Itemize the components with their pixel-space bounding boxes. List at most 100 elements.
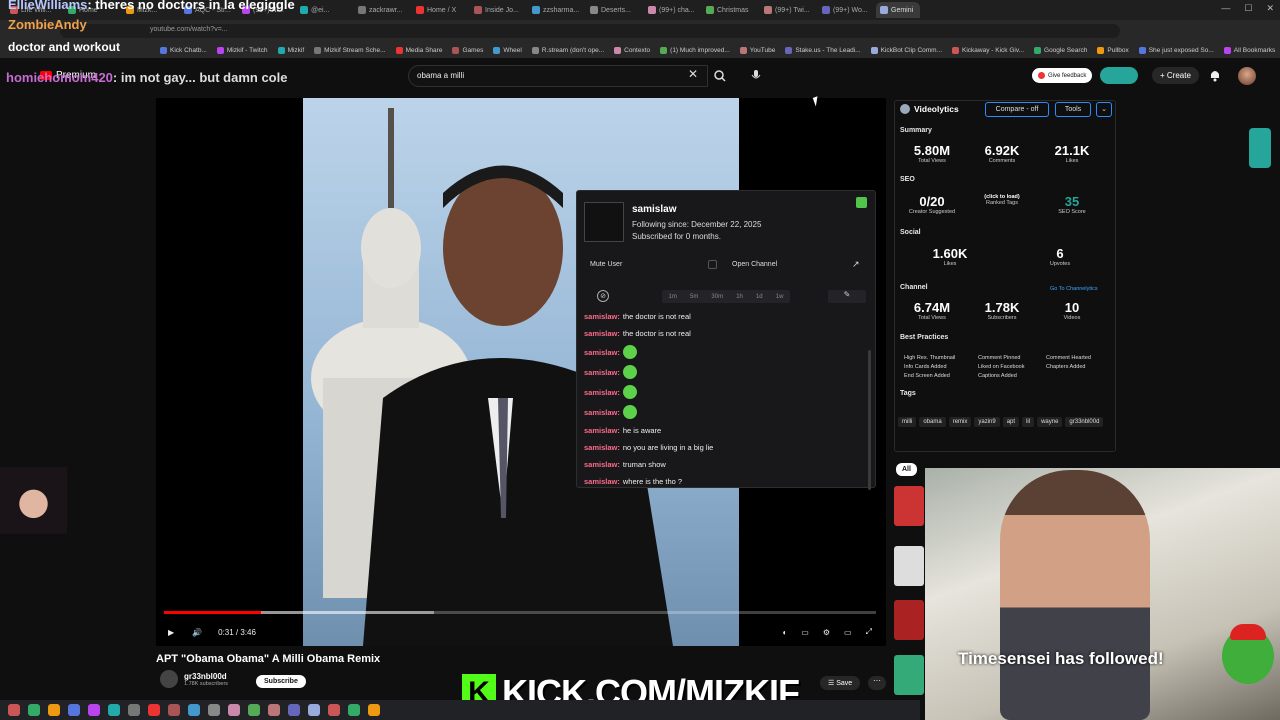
voice-search-button[interactable] [745,65,767,87]
user-card-name[interactable]: samislaw [632,204,676,215]
account-avatar[interactable] [1238,67,1256,85]
message-username[interactable]: samislaw: [584,443,620,452]
more-actions-icon[interactable]: ⋯ [868,676,886,690]
browser-tab[interactable]: zzsharma... [528,2,584,18]
file-explorer-icon[interactable] [28,704,40,716]
give-feedback-button[interactable]: Give feedback [1032,68,1093,83]
external-link-icon[interactable]: ↗ [852,259,860,270]
user-avatar[interactable] [584,202,624,242]
app-icon[interactable] [268,704,280,716]
message-username[interactable]: samislaw: [584,426,620,435]
close-window-icon[interactable]: ✕ [1266,3,1274,14]
tag-chip[interactable]: gr33nbl00d [1065,417,1104,427]
tag-chip[interactable]: lil [1022,417,1035,427]
search-button[interactable] [708,65,732,87]
chat-scrollbar[interactable] [868,350,871,490]
browser-tab[interactable]: (99+) cha... [644,2,700,18]
channel-avatar[interactable] [160,670,178,688]
bookmark-item[interactable]: Games [452,46,483,54]
minimize-icon[interactable]: — [1221,3,1230,14]
recommended-thumbnail[interactable] [894,655,924,695]
mute-user-checkbox[interactable] [708,260,717,269]
tag-chip[interactable]: wayne [1037,417,1063,427]
bookmark-item[interactable]: Mizkif [277,46,304,54]
volume-icon[interactable]: 🔊 [192,628,202,637]
bookmark-item[interactable]: Wheel [493,46,522,54]
timeout-option[interactable]: 1m [669,294,677,300]
spotify-icon[interactable] [288,704,300,716]
timeout-option[interactable]: 5m [690,294,698,300]
browser-tab[interactable]: (99+) Twi... [760,2,816,18]
search-input[interactable]: obama a milli [408,65,708,87]
recommended-thumbnail[interactable] [894,546,924,586]
settings-gear-icon[interactable]: ⚙ [823,628,830,637]
ban-user-icon[interactable]: ⊘ [597,290,609,302]
chrome-icon[interactable] [188,704,200,716]
subscribe-button[interactable]: Subscribe [256,675,306,688]
bookmark-item[interactable]: Contexto [614,46,650,54]
app-icon[interactable] [148,704,160,716]
browser-tab[interactable]: (99+) Wo... [818,2,874,18]
open-channel-link[interactable]: Open Channel [732,261,777,268]
app-icon[interactable] [348,704,360,716]
message-username[interactable]: samislaw: [584,460,620,469]
bookmark-item[interactable]: (1) Much improved... [660,46,730,54]
recommended-thumbnail[interactable] [894,486,924,526]
browser-tab[interactable]: Inside Jo... [470,2,526,18]
extension-toggle[interactable] [1100,67,1138,84]
message-username[interactable]: samislaw: [584,388,620,397]
channel-name[interactable]: gr33nbl00d [184,672,228,681]
app-icon[interactable] [308,704,320,716]
bookmark-item[interactable]: Mizkif Stream Sche... [314,46,386,54]
filter-chip-all[interactable]: All [896,463,917,476]
compare-button[interactable]: Compare - off [985,102,1049,117]
collapse-chevron-icon[interactable]: ⌄ [1096,102,1112,117]
save-button[interactable]: ☰ Save [820,676,861,690]
url-field[interactable]: youtube.com/watch?v=... [60,24,1120,38]
bookmark-item[interactable]: Google Search [1034,46,1087,54]
message-username[interactable]: samislaw: [584,368,620,377]
go-to-channelytics-link[interactable]: Go To Channelytics [1050,286,1098,292]
bookmark-item[interactable]: YouTube [739,46,775,54]
captions-icon[interactable]: ▭ [801,628,809,637]
extension-side-tab[interactable] [1249,128,1271,168]
app-icon[interactable] [328,704,340,716]
notifications-bell-icon[interactable] [1208,68,1222,82]
app-icon[interactable] [168,704,180,716]
recommended-thumbnail[interactable] [894,600,924,640]
bookmark-item[interactable]: Kick Chatb... [160,46,207,54]
message-username[interactable]: samislaw: [584,348,620,357]
windows-start-icon[interactable] [8,704,20,716]
app-icon[interactable] [368,704,380,716]
fullscreen-icon[interactable]: ⤢ [866,627,872,637]
create-button[interactable]: + Create [1152,67,1199,84]
tag-chip[interactable]: milli [898,417,917,427]
bookmark-item[interactable]: Media Share [395,46,442,54]
bookmark-item[interactable]: Mizkif - Twitch [216,46,268,54]
pin-icon[interactable]: ✎ [828,290,866,303]
tag-chip[interactable]: remix [948,417,972,427]
tag-chip[interactable]: apt [1002,417,1020,427]
tag-chip[interactable]: obama [919,417,946,427]
app-icon[interactable] [228,704,240,716]
app-icon[interactable] [128,704,140,716]
timeout-option[interactable]: 1h [736,294,743,300]
timeout-option[interactable]: 30m [711,294,723,300]
bookmark-item[interactable]: She just exposed So... [1138,46,1214,54]
app-icon[interactable] [208,704,220,716]
theater-mode-icon[interactable]: ▭ [844,628,852,637]
browser-tab[interactable]: @ei... [296,2,352,18]
clear-search-icon[interactable]: ✕ [688,67,698,81]
message-username[interactable]: samislaw: [584,312,620,321]
folder-icon[interactable] [48,704,60,716]
tools-dropdown[interactable]: Tools [1055,102,1091,117]
app-icon[interactable] [88,704,100,716]
browser-tab[interactable]: Home / X [412,2,468,18]
bookmark-item[interactable]: Stake.us - The Leadi... [785,46,861,54]
bookmark-item[interactable]: R.stream (don't ope... [531,46,604,54]
bookmark-item[interactable]: All Bookmarks [1223,46,1275,54]
maximize-icon[interactable]: ☐ [1244,3,1252,14]
browser-tab[interactable]: Gemini [876,2,920,18]
browser-tab[interactable]: zackrawr... [354,2,410,18]
tag-chip[interactable]: yazin9 [974,417,1000,427]
